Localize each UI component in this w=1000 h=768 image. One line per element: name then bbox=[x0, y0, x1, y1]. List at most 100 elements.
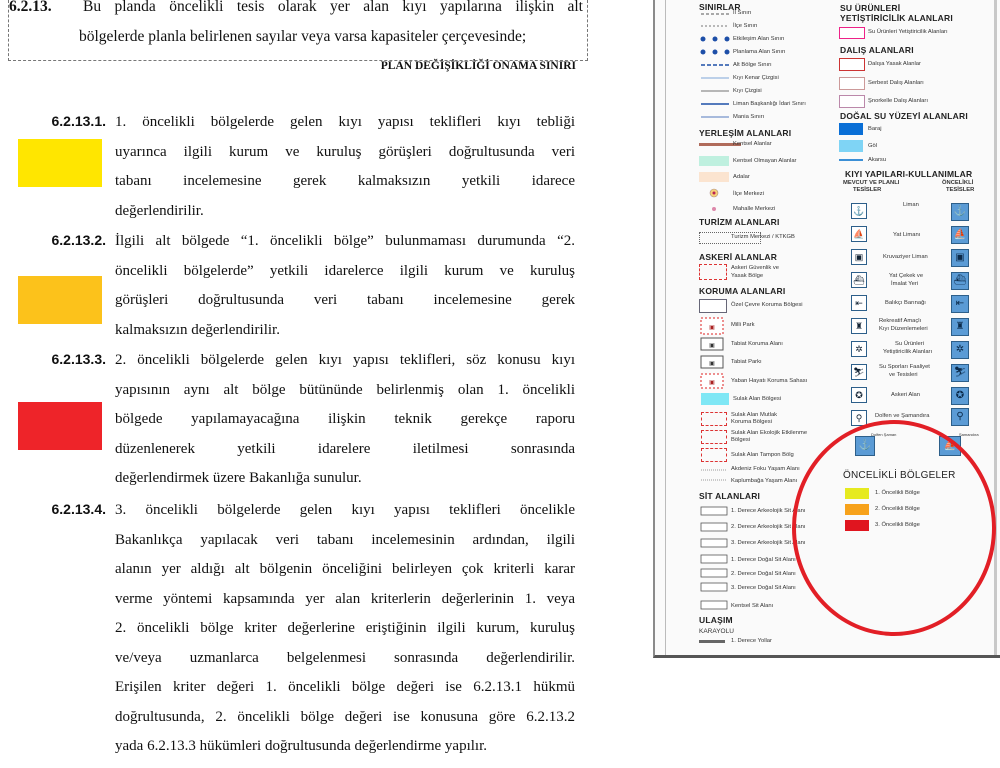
legend-item: Askeri Alan bbox=[891, 392, 920, 398]
nature-park-icon: ▣ bbox=[700, 355, 724, 369]
legend-item: Su Ürünleri bbox=[895, 341, 924, 347]
panel-scroll-edge bbox=[994, 0, 997, 655]
legend-heading: DALIŞ ALANLARI bbox=[840, 45, 914, 55]
marina-icon: ⛵ bbox=[851, 226, 867, 242]
recreation-icon: ♜ bbox=[851, 318, 867, 334]
legend-item: Alt Bölge Sınırı bbox=[733, 62, 772, 68]
legend-heading: ASKERİ ALANLAR bbox=[699, 252, 778, 262]
paragraph-line: uyarınca ilgili kurum ve kuruluş görüşle… bbox=[115, 143, 575, 160]
port-priority-icon: ⚓ bbox=[951, 203, 969, 221]
paragraph-line: alanın yer aldığı alt bölgenin önceliğin… bbox=[115, 561, 575, 577]
snorkel-swatch bbox=[839, 95, 865, 108]
fishing-shelter-priority-icon: ⇤ bbox=[951, 295, 969, 313]
legend-item: Sulak Alan Mutlak bbox=[731, 412, 778, 418]
military-symbol bbox=[699, 264, 727, 280]
legend-item: Kruvaziyer Liman bbox=[883, 254, 928, 260]
legend-item: Planlama Alan Sınırı bbox=[733, 49, 786, 55]
legend-item: 1. Derece Doğal Sit Alanı bbox=[731, 557, 796, 563]
paragraph-line: Erişilen kriter değeri 1. öncelikli bölg… bbox=[115, 679, 575, 695]
legend-item: Turizm Merkezi / KTKGB bbox=[731, 234, 795, 240]
marina-priority-icon: ⛵ bbox=[951, 226, 969, 244]
svg-text:▣: ▣ bbox=[709, 380, 715, 386]
legend-heading: SU ÜRÜNLERİ bbox=[840, 3, 901, 13]
legend-item: 2. Derece Doğal Sit Alanı bbox=[731, 571, 796, 577]
no-diving-swatch bbox=[839, 58, 865, 71]
road-symbol bbox=[699, 640, 725, 643]
legend-item: Sulak Alan Ekolojik Etkilenme bbox=[731, 430, 808, 436]
legend-item: İl Sınırı bbox=[733, 10, 752, 16]
article-number: 6.2.13.4. bbox=[51, 501, 107, 517]
dam-swatch bbox=[839, 123, 863, 135]
priority-1-swatch bbox=[18, 139, 102, 187]
paragraph-line: yapısının aynı alt bölge bütününde belir… bbox=[115, 381, 575, 398]
legend-item: Liman bbox=[903, 202, 919, 208]
boatyard-priority-icon: ⛴ bbox=[951, 272, 969, 290]
legend-item: Mahalle Merkezi bbox=[733, 206, 776, 212]
legend-item: Balıkçı Barınağı bbox=[885, 300, 926, 306]
priority-2-swatch bbox=[18, 276, 102, 324]
military-area-priority-icon: ✪ bbox=[951, 387, 969, 405]
lake-swatch bbox=[839, 140, 863, 152]
water-sports-icon: ⛷ bbox=[851, 364, 867, 380]
neighbourhood-center-icon bbox=[712, 207, 716, 211]
intro-line-2: bölgelerde planla belirlenen sayılar vey… bbox=[79, 28, 527, 45]
legend-item: Mania Sınırı bbox=[733, 114, 765, 120]
highlight-circle bbox=[792, 420, 996, 636]
legend-item: Baraj bbox=[868, 126, 882, 132]
intro-box: 6.2.13. Bu planda öncelikli tesis olarak… bbox=[8, 0, 588, 61]
legend-item: Etkileşim Alan Sınırı bbox=[733, 36, 785, 42]
district-center-icon bbox=[709, 188, 719, 198]
paragraph-line: değerlendirmek üzere Bakanlığa sunulur. bbox=[115, 470, 362, 486]
wetland-swatch bbox=[701, 393, 729, 405]
heritage-site-symbols bbox=[700, 506, 728, 610]
legend-item: Dalışa Yasak Alanlar bbox=[868, 61, 921, 67]
paragraph-line: 2. öncelikli bölgelerde gelen kıyı yapıs… bbox=[115, 352, 575, 368]
legend-item: Kentsel Alanlar bbox=[733, 141, 772, 147]
article-number: 6.2.13. bbox=[9, 0, 52, 15]
legend-subheading: KARAYOLU bbox=[699, 628, 734, 635]
legend-item: 3. Derece Doğal Sit Alanı bbox=[731, 585, 796, 591]
paragraph-line: Bakanlıkça yapılacak veri tabanı incelem… bbox=[115, 531, 575, 548]
legend-item: Yaban Hayatı Koruma Sahası bbox=[731, 378, 808, 384]
cruise-port-icon: ▣ bbox=[851, 249, 867, 265]
paragraph-line: ve/veya uzmanlarca belgelenmesi sonrasın… bbox=[115, 649, 575, 666]
boatyard-icon: ⛴ bbox=[851, 272, 867, 288]
legend-item: Şnorkelle Dalış Alanları bbox=[868, 98, 928, 104]
svg-text:▣: ▣ bbox=[709, 343, 715, 349]
wetland-ecological-symbol bbox=[701, 430, 727, 444]
legend-item: Adalar bbox=[733, 174, 750, 180]
nature-reserve-icon: ▣ bbox=[700, 337, 724, 351]
paragraph-line: tabanı incelemesine gerek kalmaksızın ye… bbox=[115, 173, 575, 189]
legend-item: 1. Derece Yollar bbox=[731, 638, 772, 644]
legend-item: Yat Çekek ve bbox=[889, 273, 924, 279]
wildlife-area-icon: ▣ bbox=[700, 373, 724, 389]
paragraph-line: düzenlenerek yetkili idarelere iletilmes… bbox=[115, 440, 575, 457]
panel-edge bbox=[665, 0, 666, 655]
aquaculture-icon: ✲ bbox=[851, 341, 867, 357]
legend-heading: TURİZM ALANLARI bbox=[699, 217, 780, 227]
national-park-icon: ▣ bbox=[700, 317, 724, 335]
legend-item: Tabiat Koruma Alanı bbox=[731, 341, 783, 347]
legend-subheading: TESİSLER bbox=[853, 187, 882, 193]
paragraph-line: kalmaksızın değerlendirilir. bbox=[115, 321, 280, 338]
legend-item: Kıyı Kenar Çizgisi bbox=[733, 75, 779, 81]
priority-3-swatch bbox=[18, 402, 102, 450]
legend-item: Kaplumbağa Yaşam Alanı bbox=[731, 478, 798, 484]
legend-item: İlçe Sınırı bbox=[733, 23, 758, 29]
legend-item: Yasak Bölge bbox=[731, 273, 764, 279]
legend-heading: DOĞAL SU YÜZEYİ ALANLARI bbox=[840, 111, 968, 121]
legend-heading: SİT ALANLARI bbox=[699, 491, 761, 501]
legend-item: Sulak Alan Tampon Bölg bbox=[731, 452, 794, 458]
svg-text:▣: ▣ bbox=[709, 361, 715, 367]
legend-item: Bölgesi bbox=[731, 437, 751, 443]
legend-item: Sulak Alan Bölgesi bbox=[733, 396, 782, 402]
legend-item: Göl bbox=[868, 143, 878, 149]
legend-item: İmalat Yeri bbox=[891, 281, 919, 287]
wetland-absolute-symbol bbox=[701, 412, 727, 426]
legend-item: İlçe Merkezi bbox=[733, 191, 764, 197]
paragraph-line: bölgede yapılamayacağına ilişkin teknik … bbox=[115, 411, 575, 427]
legend-item: Kentsel Olmayan Alanlar bbox=[733, 158, 797, 164]
legend-item: Özel Çevre Koruma Bölgesi bbox=[731, 302, 803, 308]
legend-item: Akarsu bbox=[868, 157, 887, 163]
paragraph-line: 1. öncelikli bölgelerde gelen kıyı yapıs… bbox=[115, 114, 575, 130]
